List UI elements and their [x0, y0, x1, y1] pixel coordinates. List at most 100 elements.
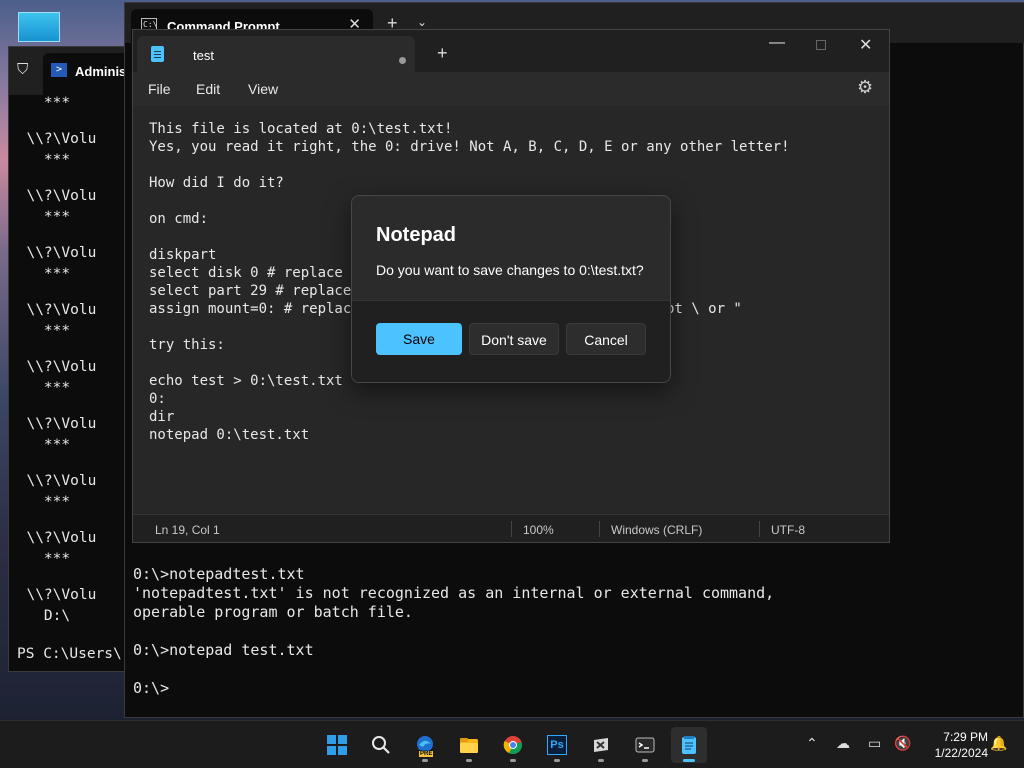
gear-icon[interactable]: ⚙	[857, 77, 873, 98]
terminal-line: \\?\Volu	[9, 530, 97, 546]
clock[interactable]: 7:29 PM 1/22/2024	[920, 729, 988, 761]
terminal-line: D:\	[9, 608, 71, 624]
notepad-menubar: File Edit View ⚙	[133, 72, 889, 106]
editor-line-fragment: pt \ or "	[666, 301, 742, 317]
terminal-line: 0:\>notepadtest.txt	[133, 565, 305, 583]
editor-line: Yes, you read it right, the 0: drive! No…	[149, 139, 790, 155]
terminal-line: 'notepadtest.txt' is not recognized as a…	[133, 584, 775, 602]
terminal-line: ***	[9, 437, 71, 453]
notepad-tab[interactable]: test	[137, 36, 415, 72]
chevron-up-icon[interactable]: ⌃	[806, 735, 818, 752]
notepad-tabbar: test + — ✕	[133, 30, 889, 72]
dont-save-button[interactable]: Don't save	[469, 323, 559, 355]
menu-edit[interactable]: Edit	[196, 81, 220, 97]
running-indicator	[642, 759, 648, 762]
status-divider	[511, 521, 512, 537]
powershell-icon: >	[51, 63, 67, 77]
editor-line: notepad 0:\test.txt	[149, 427, 310, 443]
terminal-line: ***	[9, 209, 71, 225]
maximize-icon[interactable]	[816, 40, 826, 50]
chrome-icon	[503, 736, 522, 754]
new-tab-button[interactable]: +	[437, 44, 448, 62]
notepad-icon	[151, 46, 164, 62]
terminal-icon	[635, 737, 655, 753]
powershell-window[interactable]: ⛉ > Administ *** \\?\Volu *** \\?\Volu *…	[8, 46, 138, 672]
terminal-line: \\?\Volu	[9, 188, 97, 204]
line-ending[interactable]: Windows (CRLF)	[611, 523, 702, 537]
taskbar-app-notepad[interactable]	[671, 727, 707, 763]
terminal-line: \\?\Volu	[9, 587, 97, 603]
chevron-down-icon[interactable]: ⌄	[417, 15, 427, 29]
terminal-line: 0:\>notepad test.txt	[133, 641, 314, 659]
running-indicator	[598, 759, 604, 762]
running-indicator	[683, 759, 695, 762]
terminal-line: \\?\Volu	[9, 416, 97, 432]
taskbar-app-chrome[interactable]	[495, 727, 531, 763]
editor-line: select part 29 # replace 2	[149, 283, 369, 299]
editor-line: dir	[149, 409, 175, 425]
editor-line: assign mount=0: # replace	[149, 301, 360, 317]
unsaved-indicator-icon[interactable]	[399, 57, 406, 64]
cloud-icon[interactable]: ☁	[836, 735, 850, 752]
minimize-icon[interactable]: —	[769, 34, 785, 52]
desktop-icon[interactable]	[18, 12, 60, 42]
editor-line: 0:	[149, 391, 166, 407]
terminal-line: ***	[9, 323, 71, 339]
dialog-title: Notepad	[376, 224, 456, 246]
editor-line: echo test > 0:\test.txt	[149, 373, 343, 389]
start-button[interactable]	[319, 727, 355, 763]
terminal-line: ***	[9, 95, 71, 111]
search-icon	[372, 736, 390, 754]
volume-muted-icon[interactable]: 🔇	[894, 735, 911, 752]
app-icon	[594, 738, 608, 752]
menu-view[interactable]: View	[248, 81, 278, 97]
save-button[interactable]: Save	[376, 323, 462, 355]
cursor-position: Ln 19, Col 1	[155, 523, 220, 537]
terminal-line: ***	[9, 551, 71, 567]
close-icon[interactable]: ✕	[859, 35, 872, 55]
taskbar-app-photoshop[interactable]: Ps	[539, 727, 575, 763]
taskbar-app-explorer[interactable]	[451, 727, 487, 763]
notepad-icon	[682, 736, 696, 754]
terminal-line: \\?\Volu	[9, 473, 97, 489]
taskbar-app-generic[interactable]	[583, 727, 619, 763]
cancel-button[interactable]: Cancel	[566, 323, 646, 355]
terminal-line: \\?\Volu	[9, 302, 97, 318]
powershell-tabbar: ⛉ > Administ	[9, 47, 137, 95]
dialog-footer: Save Don't save Cancel	[352, 300, 670, 382]
zoom-level[interactable]: 100%	[523, 523, 554, 537]
terminal-line: ***	[9, 494, 71, 510]
taskbar-app-edge[interactable]: PRE	[407, 727, 443, 763]
notepad-statusbar: Ln 19, Col 1 100% Windows (CRLF) UTF-8	[133, 514, 889, 542]
terminal-line: ***	[9, 380, 71, 396]
clock-date: 1/22/2024	[934, 746, 988, 760]
search-button[interactable]	[363, 727, 399, 763]
editor-line: try this:	[149, 337, 225, 353]
terminal-prompt: PS C:\Users\	[17, 646, 122, 662]
terminal-line: \\?\Volu	[9, 245, 97, 261]
terminal-line: \\?\Volu	[9, 359, 97, 375]
status-divider	[599, 521, 600, 537]
dialog-message: Do you want to save changes to 0:\test.t…	[376, 262, 644, 278]
editor-line: select disk 0 # replace 0	[149, 265, 360, 281]
taskbar-app-terminal[interactable]	[627, 727, 663, 763]
windows-start-icon	[327, 735, 347, 755]
powershell-tab-title: Administ	[75, 64, 131, 79]
editor-line: How did I do it?	[149, 175, 284, 191]
encoding[interactable]: UTF-8	[771, 523, 805, 537]
editor-line: This file is located at 0:\test.txt!	[149, 121, 453, 137]
notification-bell-icon[interactable]: 🔔	[990, 735, 1007, 752]
terminal-line: \\?\Volu	[9, 131, 97, 147]
terminal-line: operable program or batch file.	[133, 603, 413, 621]
running-indicator	[422, 759, 428, 762]
network-icon[interactable]: ▭	[868, 735, 881, 752]
save-changes-dialog: Notepad Do you want to save changes to 0…	[351, 195, 671, 383]
running-indicator	[466, 759, 472, 762]
terminal-line: ***	[9, 152, 71, 168]
terminal-prompt[interactable]: 0:\>	[133, 679, 169, 697]
menu-file[interactable]: File	[148, 81, 171, 97]
running-indicator	[510, 759, 516, 762]
edge-badge: PRE	[419, 751, 434, 757]
clock-time: 7:29 PM	[943, 730, 988, 744]
editor-line: on cmd:	[149, 211, 209, 227]
